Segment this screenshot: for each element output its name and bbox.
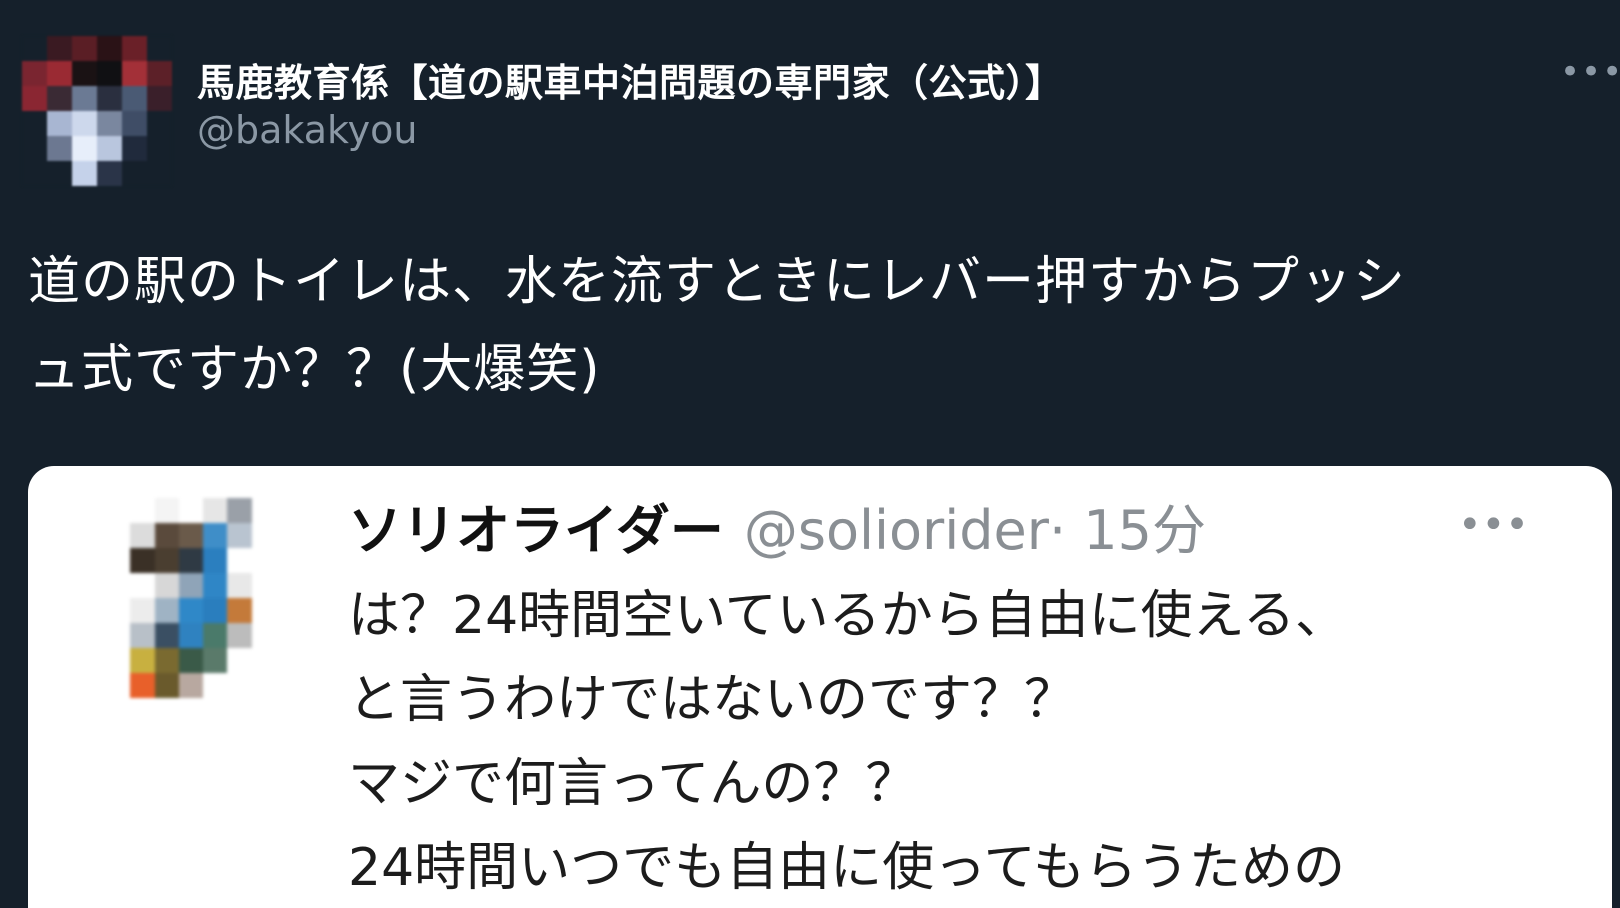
more-options-button[interactable]: •••: [1560, 55, 1620, 89]
quoted-text: は？24時間空いているから自由に使える、 と言うわけではないのです？？ マジで何…: [348, 574, 1588, 908]
quoted-tweet-screenshot[interactable]: ソリオライダー @soliorider· 15分 ••• は？24時間空いているか…: [28, 466, 1612, 908]
display-name[interactable]: 馬鹿教育係【道の駅車中泊問題の専門家（公式）】: [197, 52, 1064, 107]
quoted-display-name: ソリオライダー: [348, 499, 724, 562]
quoted-avatar: [106, 498, 276, 698]
quoted-text-line: と言うわけではないのです？？: [348, 670, 1077, 730]
quoted-more-icon: •••: [1458, 502, 1529, 548]
tweet-text: 道の駅のトイレは、水を流すときにレバー押すからプッシ ュ式ですか？？(大爆笑): [28, 252, 1407, 400]
quoted-timestamp: · 15分: [1048, 499, 1207, 562]
quoted-text-line: マジで何言ってんの？？: [348, 754, 918, 814]
avatar[interactable]: [22, 36, 172, 186]
tweet: 馬鹿教育係【道の駅車中泊問題の専門家（公式）】 @bakakyou ••• 道の…: [0, 0, 1620, 908]
quoted-text-line: 24時間いつでも自由に使ってもらうための: [348, 838, 1345, 898]
quoted-handle: @soliorider: [743, 499, 1049, 562]
quoted-header: ソリオライダー @soliorider· 15分: [348, 496, 1206, 566]
quoted-text-line: は？24時間空いているから自由に使える、: [348, 586, 1348, 646]
more-horizontal-icon: •••: [1560, 52, 1620, 92]
user-handle[interactable]: @bakakyou: [197, 108, 418, 152]
